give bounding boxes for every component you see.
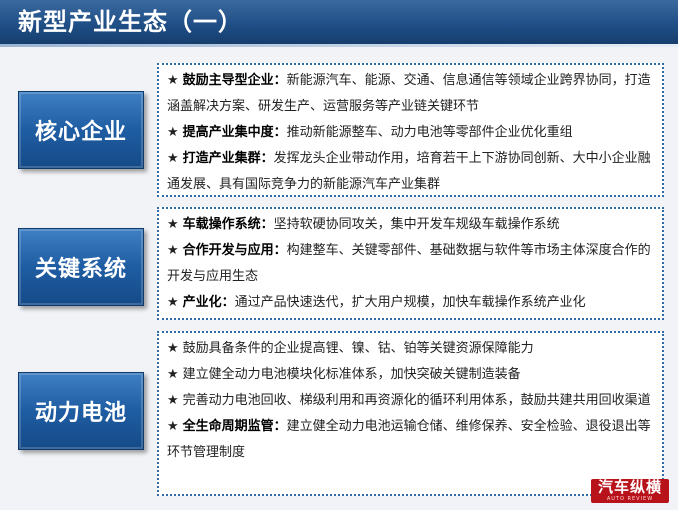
panel-power-battery: ★ 鼓励具备条件的企业提高锂、镍、钴、铂等关键资源保障能力 ★ 建立健全动力电池模块… xyxy=(157,331,664,496)
section-label-power-battery: 动力电池 xyxy=(18,372,144,450)
list-item: ★ 完善动力电池回收、梯级利用和再资源化的循环利用体系，鼓励共建共用回收渠道 xyxy=(167,393,651,408)
star-icon: ★ xyxy=(167,217,179,232)
list-item: ★ 全生命周期监管：建立健全动力电池运输仓储、维修保养、安全检验、退役退出等环节管… xyxy=(167,419,651,460)
list-item: ★ 鼓励具备条件的企业提高锂、镍、钴、铂等关键资源保障能力 xyxy=(167,341,534,356)
star-icon: ★ xyxy=(167,419,179,434)
list-item: ★ 鼓励主导型企业：新能源汽车、能源、交通、信息通信等领域企业跨界协同，打造涵盖解… xyxy=(167,73,651,114)
section-label-key-systems: 关键系统 xyxy=(18,228,144,306)
star-icon: ★ xyxy=(167,151,179,166)
section-label-core-enterprise: 核心企业 xyxy=(18,91,144,169)
panel-core-enterprise: ★ 鼓励主导型企业：新能源汽车、能源、交通、信息通信等领域企业跨界协同，打造涵盖解… xyxy=(157,63,664,197)
list-item: ★ 建立健全动力电池模块化标准体系，加快突破关键制造装备 xyxy=(167,367,521,382)
list-item: ★ 车载操作系统：坚持软硬协同攻关，集中开发车规级车载操作系统 xyxy=(167,217,560,232)
list-item: ★ 产业化：通过产品快速迭代，扩大用户规模，加快车载操作系统产业化 xyxy=(167,295,586,310)
list-item: ★ 提高产业集中度：推动新能源整车、动力电池等零部件企业优化重组 xyxy=(167,125,573,140)
header-divider xyxy=(0,44,678,47)
star-icon: ★ xyxy=(167,295,179,310)
list-item: ★ 合作开发与应用：构建整车、关键零部件、基础数据与软件等市场主体深度合作的开发与… xyxy=(167,243,651,284)
star-icon: ★ xyxy=(167,341,179,356)
logo-subtitle: AUTO REVIEW xyxy=(606,496,654,502)
brand-logo: 汽车纵横 AUTO REVIEW xyxy=(591,479,669,503)
star-icon: ★ xyxy=(167,73,179,88)
list-item: ★ 打造产业集群：发挥龙头企业带动作用，培育若干上下游协同创新、大中小企业融通发展… xyxy=(167,151,651,192)
star-icon: ★ xyxy=(167,125,179,140)
star-icon: ★ xyxy=(167,243,179,258)
header-bar: 新型产业生态（一） xyxy=(0,0,678,44)
star-icon: ★ xyxy=(167,367,179,382)
panel-key-systems: ★ 车载操作系统：坚持软硬协同攻关，集中开发车规级车载操作系统 ★ 合作开发与应用：… xyxy=(157,207,664,320)
page-title: 新型产业生态（一） xyxy=(18,8,243,36)
star-icon: ★ xyxy=(167,393,179,408)
logo-text: 汽车纵横 xyxy=(597,479,662,496)
